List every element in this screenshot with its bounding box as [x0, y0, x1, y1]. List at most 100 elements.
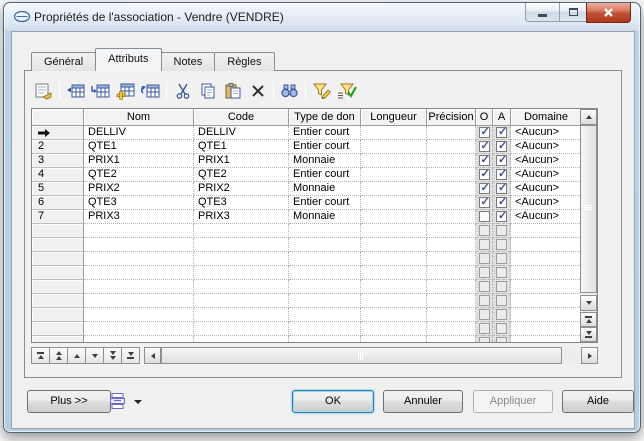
cell-a[interactable]	[493, 210, 511, 224]
cell-longueur[interactable]	[361, 336, 427, 343]
cell-domaine[interactable]	[511, 280, 582, 294]
cell-o[interactable]	[476, 182, 493, 196]
cell-o[interactable]	[476, 308, 493, 322]
cell-longueur[interactable]	[361, 168, 427, 182]
cell-precision[interactable]	[427, 196, 476, 210]
vertical-scrollbar[interactable]	[580, 109, 597, 342]
cell-nom[interactable]	[84, 238, 194, 252]
mandatory-checkbox[interactable]	[479, 183, 490, 194]
cancel-button[interactable]: Annuler	[383, 390, 463, 413]
cell-type[interactable]: Monnaie	[289, 182, 361, 196]
cell-domaine[interactable]: <Aucun>	[511, 182, 582, 196]
cell-type[interactable]: Entier court	[289, 168, 361, 182]
header-o[interactable]: O	[476, 109, 493, 126]
cell-precision[interactable]	[427, 168, 476, 182]
cell-precision[interactable]	[427, 224, 476, 238]
cell-precision[interactable]	[427, 182, 476, 196]
cell-o[interactable]	[476, 140, 493, 154]
cell-code[interactable]: PRIX3	[194, 210, 289, 224]
delete-button[interactable]	[245, 80, 270, 103]
cell-a[interactable]	[493, 126, 511, 140]
cell-domaine[interactable]: <Aucun>	[511, 140, 582, 154]
cell-type[interactable]: Entier court	[289, 140, 361, 154]
mandatory-checkbox[interactable]	[479, 197, 490, 208]
cell-o[interactable]	[476, 126, 493, 140]
cell-longueur[interactable]	[361, 266, 427, 280]
cell-nom[interactable]	[84, 294, 194, 308]
cell-o[interactable]	[476, 224, 493, 238]
cell-type[interactable]	[289, 266, 361, 280]
row-selector[interactable]	[32, 322, 84, 336]
cell-nom[interactable]: QTE3	[84, 196, 194, 210]
cell-code[interactable]	[194, 280, 289, 294]
move-up-many-button[interactable]	[49, 347, 68, 364]
cell-o[interactable]	[476, 322, 493, 336]
cell-domaine[interactable]	[511, 322, 582, 336]
cell-nom[interactable]: PRIX2	[84, 182, 194, 196]
row-selector[interactable]	[32, 308, 84, 322]
mandatory-checkbox[interactable]	[479, 141, 490, 152]
header-a[interactable]: A	[493, 109, 511, 126]
cell-a[interactable]	[493, 280, 511, 294]
cell-precision[interactable]	[427, 294, 476, 308]
cell-precision[interactable]	[427, 336, 476, 343]
header-selector[interactable]	[32, 109, 84, 126]
cell-a[interactable]	[493, 336, 511, 343]
scroll-page-up-button[interactable]	[580, 312, 597, 327]
header-code[interactable]: Code	[194, 109, 289, 126]
cell-nom[interactable]: PRIX1	[84, 154, 194, 168]
cell-code[interactable]	[194, 266, 289, 280]
move-up-button[interactable]	[67, 347, 86, 364]
scroll-right-button[interactable]	[581, 347, 598, 364]
tab-attributs[interactable]: Attributs	[95, 48, 161, 71]
filter-edit-button[interactable]	[309, 80, 334, 103]
header-longueur[interactable]: Longueur	[361, 109, 427, 126]
cell-longueur[interactable]	[361, 182, 427, 196]
cell-code[interactable]: PRIX2	[194, 182, 289, 196]
cell-precision[interactable]	[427, 210, 476, 224]
cell-a[interactable]	[493, 140, 511, 154]
row-selector[interactable]: 6	[32, 196, 84, 210]
cell-domaine[interactable]: <Aucun>	[511, 210, 582, 224]
cell-longueur[interactable]	[361, 238, 427, 252]
cell-longueur[interactable]	[361, 252, 427, 266]
cell-precision[interactable]	[427, 140, 476, 154]
cell-nom[interactable]	[84, 308, 194, 322]
cell-type[interactable]: Monnaie	[289, 154, 361, 168]
cell-longueur[interactable]	[361, 210, 427, 224]
cell-o[interactable]	[476, 336, 493, 343]
cell-code[interactable]	[194, 336, 289, 343]
cell-precision[interactable]	[427, 238, 476, 252]
cell-code[interactable]	[194, 224, 289, 238]
cell-type[interactable]	[289, 252, 361, 266]
cell-domaine[interactable]	[511, 238, 582, 252]
header-nom[interactable]: Nom	[84, 109, 194, 126]
mandatory-checkbox[interactable]	[479, 211, 490, 222]
cell-domaine[interactable]: <Aucun>	[511, 168, 582, 182]
cell-code[interactable]: QTE3	[194, 196, 289, 210]
cell-a[interactable]	[493, 168, 511, 182]
tab-regles[interactable]: Règles	[214, 52, 274, 71]
cell-domaine[interactable]	[511, 336, 582, 343]
row-selector[interactable]	[32, 126, 84, 140]
scroll-left-button[interactable]	[144, 347, 161, 364]
cell-longueur[interactable]	[361, 126, 427, 140]
cell-type[interactable]	[289, 238, 361, 252]
cell-o[interactable]	[476, 168, 493, 182]
cell-o[interactable]	[476, 210, 493, 224]
property-sheet-menu-icon[interactable]	[108, 392, 128, 410]
cell-o[interactable]	[476, 266, 493, 280]
cell-code[interactable]	[194, 294, 289, 308]
cell-nom[interactable]: PRIX3	[84, 210, 194, 224]
move-last-button[interactable]	[121, 347, 140, 364]
cell-a[interactable]	[493, 294, 511, 308]
create-rows-button[interactable]	[113, 80, 138, 103]
cell-code[interactable]	[194, 322, 289, 336]
cell-longueur[interactable]	[361, 196, 427, 210]
cell-nom[interactable]	[84, 224, 194, 238]
cell-nom[interactable]: QTE1	[84, 140, 194, 154]
move-down-many-button[interactable]	[103, 347, 122, 364]
header-domaine[interactable]: Domaine	[511, 109, 582, 126]
cell-nom[interactable]: DELLIV	[84, 126, 194, 140]
cell-precision[interactable]	[427, 308, 476, 322]
